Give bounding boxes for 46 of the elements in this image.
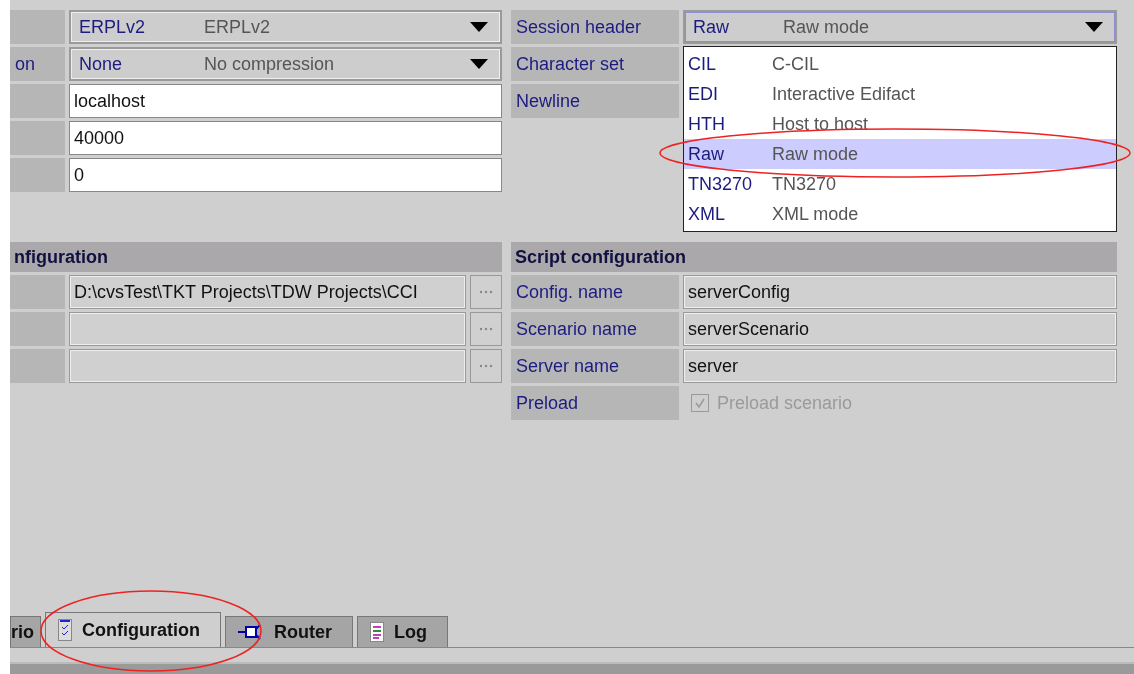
field-label: Server name xyxy=(511,349,679,383)
text-field[interactable]: 0 xyxy=(69,158,502,192)
field-label: Config. name xyxy=(511,275,679,309)
section-header: nfiguration xyxy=(10,242,502,272)
dropdown[interactable]: None No compression xyxy=(69,47,502,81)
dots-icon xyxy=(479,364,493,368)
text-field[interactable]: 40000 xyxy=(69,121,502,155)
path-field[interactable] xyxy=(69,312,466,346)
dropdown-arrow-icon xyxy=(470,22,488,32)
text-field[interactable]: serverScenario xyxy=(683,312,1117,346)
dropdown[interactable]: ERPLv2 ERPLv2 xyxy=(69,10,502,44)
field-label: Session header xyxy=(511,10,679,44)
tab[interactable]: rio xyxy=(10,616,41,647)
dots-icon xyxy=(479,327,493,331)
browse-button[interactable] xyxy=(470,312,502,346)
text-field[interactable]: localhost xyxy=(69,84,502,118)
field-label: on xyxy=(10,47,65,81)
checklist-icon xyxy=(58,619,72,641)
label-cell xyxy=(10,121,65,155)
browse-button[interactable] xyxy=(470,275,502,309)
label-cell xyxy=(10,275,65,309)
field-label: Character set xyxy=(511,47,679,81)
field-label: Newline xyxy=(511,84,679,118)
path-field[interactable]: D:\cvsTest\TKT Projects\TDW Projects\CCI xyxy=(69,275,466,309)
document-icon xyxy=(370,622,384,642)
label-cell xyxy=(10,349,65,383)
dropdown-option[interactable]: Raw Raw mode xyxy=(684,139,1116,169)
label-cell xyxy=(10,312,65,346)
dropdown-arrow-icon xyxy=(470,59,488,69)
dropdown-arrow-icon xyxy=(1085,22,1103,32)
dropdown[interactable]: Raw Raw mode xyxy=(683,10,1117,44)
tab[interactable]: Configuration xyxy=(45,612,221,647)
path-field[interactable] xyxy=(69,349,466,383)
label-cell xyxy=(10,158,65,192)
dots-icon xyxy=(479,290,493,294)
text-field[interactable]: serverConfig xyxy=(683,275,1117,309)
text-field[interactable]: server xyxy=(683,349,1117,383)
browse-button[interactable] xyxy=(470,349,502,383)
field-label: Scenario name xyxy=(511,312,679,346)
section-header: Script configuration xyxy=(511,242,1117,272)
label-cell xyxy=(10,84,65,118)
check-icon xyxy=(694,397,706,409)
label-cell xyxy=(10,10,65,44)
field-label: Preload xyxy=(511,386,679,420)
tab[interactable]: Log xyxy=(357,616,448,647)
tab[interactable]: Router xyxy=(225,616,353,647)
